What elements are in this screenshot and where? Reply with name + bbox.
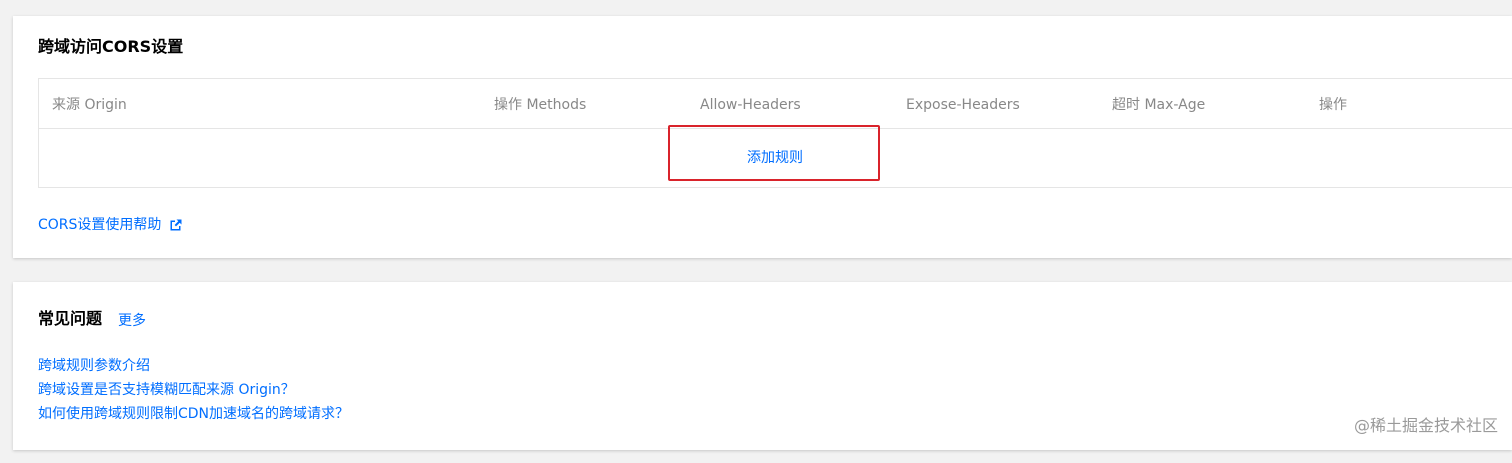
- faq-more-link[interactable]: 更多: [118, 310, 146, 330]
- cors-help-link[interactable]: CORS设置使用帮助: [38, 214, 183, 234]
- table-body: 添加规则: [39, 125, 1512, 187]
- cors-rules-table: 来源 Origin 操作 Methods Allow-Headers Expos…: [38, 78, 1512, 188]
- table-header: 来源 Origin 操作 Methods Allow-Headers Expos…: [39, 79, 1512, 129]
- faq-item[interactable]: 跨域规则参数介绍: [38, 354, 349, 378]
- column-header-origin: 来源 Origin: [52, 97, 127, 113]
- faq-item[interactable]: 如何使用跨域规则限制CDN加速域名的跨域请求？: [38, 402, 349, 426]
- faq-item[interactable]: 跨域设置是否支持模糊匹配来源 Origin？: [38, 378, 349, 402]
- column-header-methods: 操作 Methods: [494, 97, 587, 113]
- faq-card: 常见问题 更多 跨域规则参数介绍 跨域设置是否支持模糊匹配来源 Origin？ …: [13, 282, 1512, 450]
- column-header-expose-headers: Expose-Headers: [906, 97, 1020, 113]
- column-header-allow-headers: Allow-Headers: [700, 97, 801, 113]
- column-header-max-age: 超时 Max-Age: [1112, 97, 1206, 113]
- faq-list: 跨域规则参数介绍 跨域设置是否支持模糊匹配来源 Origin？ 如何使用跨域规则…: [38, 354, 349, 426]
- cors-section-title: 跨域访问CORS设置: [38, 37, 184, 56]
- watermark: @稀土掘金技术社区: [1353, 416, 1498, 435]
- cors-settings-card: 跨域访问CORS设置 来源 Origin 操作 Methods Allow-He…: [13, 16, 1512, 258]
- external-link-icon[interactable]: [169, 218, 183, 232]
- column-header-actions: 操作: [1319, 97, 1347, 113]
- faq-section-title: 常见问题: [38, 309, 103, 328]
- add-rule-button[interactable]: 添加规则: [747, 147, 803, 167]
- cors-help-link-label[interactable]: CORS设置使用帮助: [38, 214, 161, 234]
